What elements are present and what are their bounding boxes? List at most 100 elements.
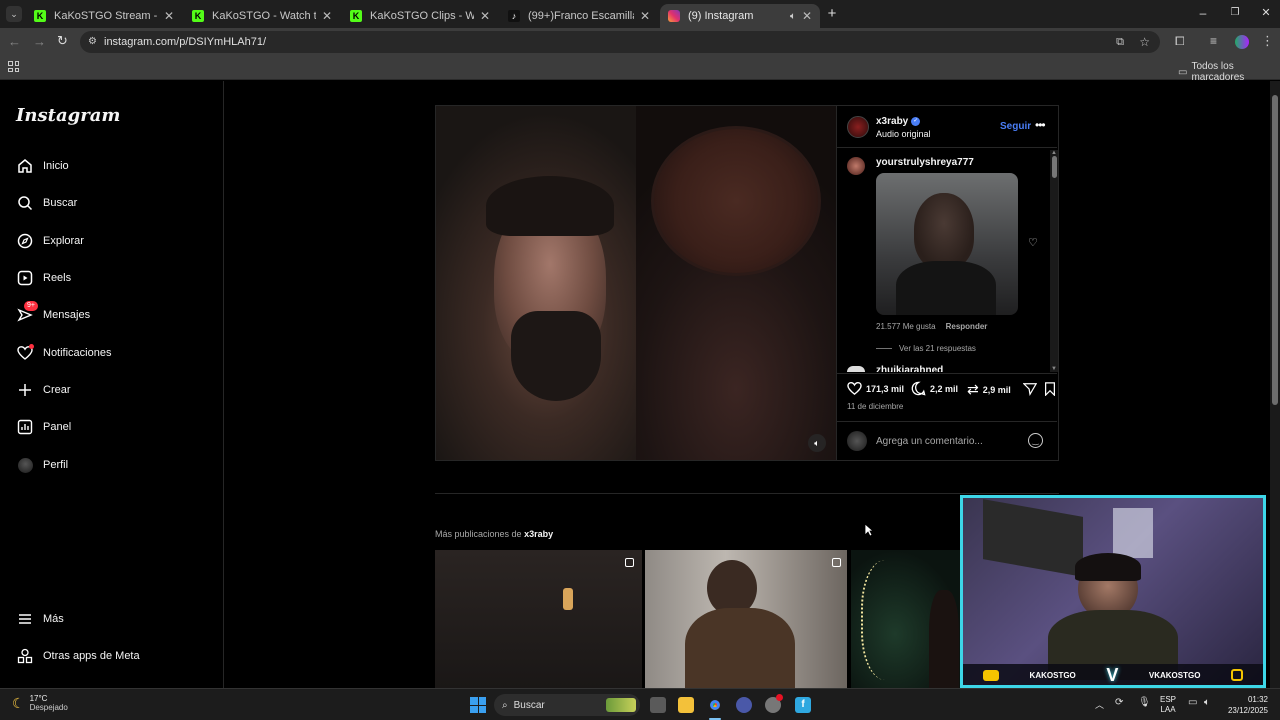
scrollbar-thumb[interactable] <box>1051 156 1057 178</box>
close-tab-icon[interactable]: ✕ <box>480 9 490 23</box>
more-posts-username[interactable]: x3raby <box>524 529 553 539</box>
new-tab-button[interactable]: + <box>823 5 841 23</box>
close-tab-icon[interactable]: ✕ <box>322 9 332 23</box>
comment-action[interactable]: 2,2 mil <box>911 381 958 396</box>
install-app-icon[interactable]: ⧉ <box>1116 31 1124 53</box>
tab-search-button[interactable]: ⌄ <box>6 6 22 22</box>
speaker-icon[interactable]: 🔈︎ <box>790 11 796 22</box>
view-replies-row[interactable]: Ver las 21 respuestas <box>876 344 976 353</box>
thumbnail-post[interactable] <box>435 550 642 688</box>
comment-like-icon[interactable]: ♡ <box>1028 236 1038 249</box>
taskbar-search[interactable]: ⌕ Buscar <box>494 694 640 716</box>
repost-action[interactable]: ⇄ 2,9 mil <box>967 381 1011 398</box>
next-commenter-username[interactable]: zhuikiarahned <box>876 365 943 372</box>
share-icon[interactable] <box>1022 382 1038 401</box>
view-replies-button[interactable]: Ver las 21 respuestas <box>899 344 976 353</box>
sidebar-item-reels[interactable]: Reels <box>16 269 71 287</box>
notification-badge: 9+ <box>24 301 38 311</box>
sidebar-item-notificaciones[interactable]: Notificaciones <box>16 344 111 362</box>
sidebar-item-label: Inicio <box>43 160 69 172</box>
media-control-icon[interactable]: ≡ <box>1210 34 1217 48</box>
browser-tab[interactable]: K KaKoSTGO Stream - Watch Live ✕ <box>26 4 182 28</box>
emoji-icon[interactable]: ‿ <box>1028 433 1043 448</box>
app-icon[interactable] <box>736 697 752 713</box>
scroll-up-arrow[interactable]: ▲ <box>1050 150 1058 156</box>
sidebar-item-mas[interactable]: Más <box>16 610 64 628</box>
hair-shape <box>486 176 614 236</box>
language-indicator[interactable]: ESP LAA <box>1160 695 1176 715</box>
author-username[interactable]: x3raby <box>876 116 908 127</box>
minimize-button[interactable]: – <box>1196 6 1210 20</box>
reload-button[interactable]: ↻ <box>57 33 68 49</box>
browser-menu-icon[interactable]: ⋮ <box>1261 33 1274 49</box>
page-scrollbar[interactable] <box>1270 81 1280 688</box>
reply-button[interactable]: Responder <box>946 322 988 331</box>
author-avatar[interactable] <box>847 116 869 138</box>
start-button[interactable] <box>470 697 486 713</box>
webcam-room-wall <box>983 499 1083 577</box>
back-button[interactable]: ← <box>8 34 21 49</box>
microphone-icon[interactable]: 🎙︎ <box>1138 697 1151 708</box>
sidebar-item-perfil[interactable]: Perfil <box>16 456 68 474</box>
sidebar-item-panel[interactable]: Panel <box>16 418 71 436</box>
close-tab-icon[interactable]: ✕ <box>802 9 812 23</box>
site-info-icon[interactable]: ⚙ <box>88 31 97 53</box>
compass-icon <box>16 232 34 250</box>
browser-tab-active[interactable]: (9) Instagram 🔈︎ ✕ <box>660 4 820 28</box>
more-options-icon[interactable]: ••• <box>1035 118 1046 132</box>
like-action[interactable]: 171,3 mil <box>847 381 904 396</box>
app-notification-icon[interactable] <box>765 694 783 713</box>
clock[interactable]: 01:32 23/12/2025 <box>1226 694 1268 716</box>
comments-scrollbar[interactable]: ▲ ▼ <box>1050 150 1058 372</box>
commenter-username[interactable]: yourstrulyshreya777 <box>876 157 974 168</box>
sidebar-item-explorar[interactable]: Explorar <box>16 232 84 250</box>
comment-likes[interactable]: 21.577 Me gusta <box>876 322 936 331</box>
thumbnail-post[interactable] <box>645 550 847 688</box>
file-explorer-icon[interactable] <box>678 697 694 713</box>
network-icon[interactable]: ▭ <box>1188 697 1197 708</box>
weather-widget[interactable]: ☾ 17°C Despejado <box>12 694 68 712</box>
chrome-icon[interactable] <box>707 697 723 713</box>
thumbnail-post[interactable] <box>851 550 961 688</box>
save-bookmark-icon[interactable] <box>1044 382 1056 401</box>
profile-avatar[interactable] <box>1235 35 1249 49</box>
sidebar-item-mensajes[interactable]: 9+ Mensajes <box>16 301 90 324</box>
scroll-down-arrow[interactable]: ▼ <box>1050 366 1058 372</box>
close-tab-icon[interactable]: ✕ <box>164 9 174 23</box>
sidebar-item-meta-apps[interactable]: Otras apps de Meta <box>16 647 140 665</box>
facebook-app-icon[interactable]: f <box>795 697 811 713</box>
sidebar-item-crear[interactable]: Crear <box>16 381 71 399</box>
sync-icon[interactable]: ⟳ <box>1115 697 1123 708</box>
next-comment-avatar[interactable] <box>847 366 865 372</box>
section-divider <box>435 493 1059 494</box>
instagram-logo[interactable]: Instagram <box>16 105 120 126</box>
browser-tab[interactable]: K KaKoSTGO Clips - Watch Live o ✕ <box>342 4 498 28</box>
close-window-button[interactable]: ✕ <box>1259 6 1273 20</box>
apps-grid-icon[interactable] <box>8 61 19 72</box>
red-dot-badge <box>776 694 783 701</box>
folder-icon: ▭ <box>1178 66 1188 78</box>
browser-tab[interactable]: ♪ (99+)Franco Escamilla y su pod ✕ <box>500 4 658 28</box>
restore-button[interactable]: ❐ <box>1228 6 1242 20</box>
tray-chevron-icon[interactable]: ︿ <box>1095 698 1104 711</box>
extensions-icon[interactable]: ⧠ <box>1175 34 1185 49</box>
all-bookmarks-button[interactable]: ▭ Todos los marcadores <box>1178 61 1280 83</box>
follow-button[interactable]: Seguir <box>1000 121 1031 132</box>
scrollbar-thumb[interactable] <box>1272 95 1278 405</box>
url-text: instagram.com/p/DSIYmHLAh71/ <box>104 36 267 48</box>
add-comment-input[interactable]: Agrega un comentario... <box>876 436 983 447</box>
task-view-icon[interactable] <box>650 697 666 713</box>
post-video[interactable]: 🔈︎ <box>436 106 836 460</box>
volume-icon[interactable]: 🔈︎ <box>1204 697 1210 708</box>
close-tab-icon[interactable]: ✕ <box>640 9 650 23</box>
post-date[interactable]: 11 de diciembre <box>847 402 903 411</box>
mute-toggle-icon[interactable]: 🔈︎ <box>808 434 826 452</box>
sidebar-item-inicio[interactable]: Inicio <box>16 157 69 175</box>
audio-link[interactable]: Audio original <box>876 129 931 139</box>
commenter-avatar[interactable] <box>847 157 865 175</box>
sidebar-item-buscar[interactable]: Buscar <box>16 194 77 212</box>
bookmark-star-icon[interactable]: ☆ <box>1139 31 1150 53</box>
browser-tab[interactable]: K KaKoSTGO - Watch the VOD on ✕ <box>184 4 340 28</box>
address-bar[interactable]: ⚙ instagram.com/p/DSIYmHLAh71/ ⧉ ☆ <box>80 31 1160 53</box>
forward-button[interactable]: → <box>33 34 46 49</box>
